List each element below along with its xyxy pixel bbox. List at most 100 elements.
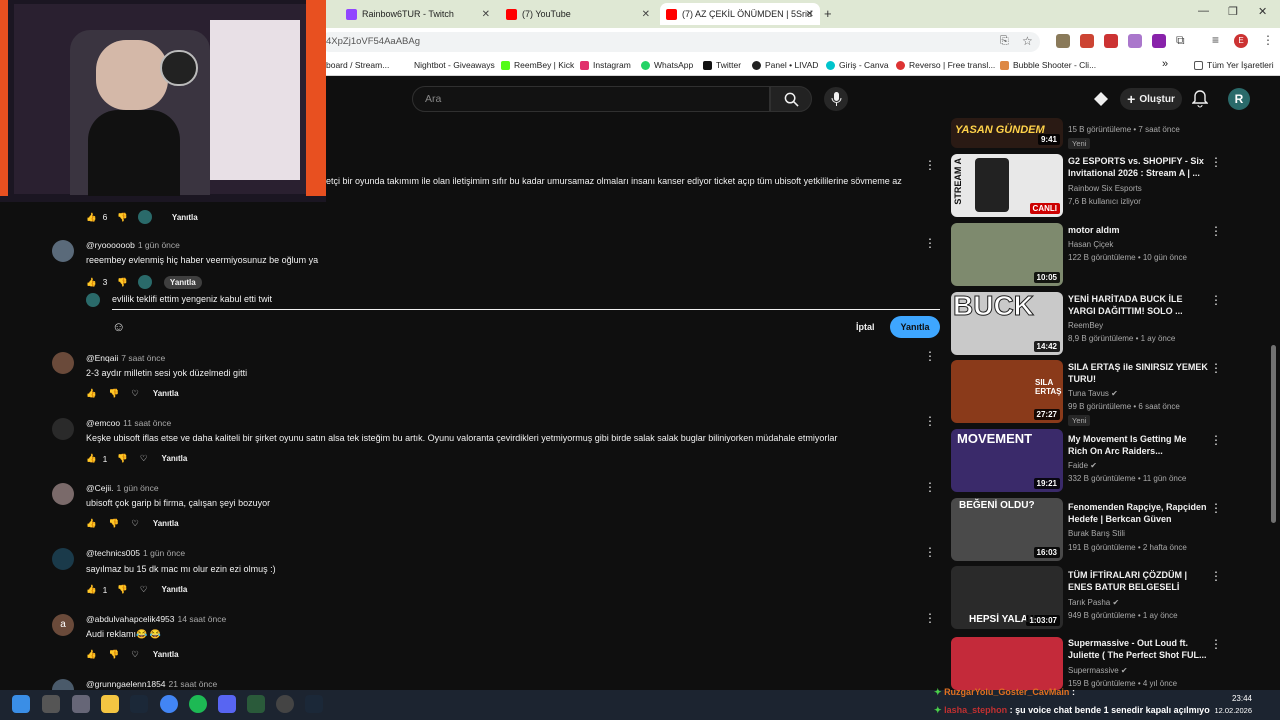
username[interactable]: @emcoo (86, 418, 120, 428)
avatar[interactable]: a (52, 614, 74, 636)
reply-button[interactable]: Yanıtla (153, 389, 179, 398)
video-title[interactable]: Supermassive - Out Loud ft. Juliette ( T… (1068, 637, 1208, 661)
search-input[interactable]: Ara (412, 86, 770, 112)
close-icon[interactable]: ✕ (482, 9, 490, 20)
bookmark-item[interactable]: WhatsApp (641, 60, 693, 70)
clock-date[interactable]: 12.02.2026 (1206, 706, 1252, 715)
bookmark-item[interactable]: Instagram (580, 60, 631, 70)
tab-youtube[interactable]: (7) YouTube ✕ (500, 3, 656, 25)
video-thumbnail[interactable]: YASAN GÜNDEM 9:41 (951, 118, 1063, 148)
spotify-icon[interactable] (189, 695, 207, 713)
voice-search-button[interactable] (824, 87, 848, 111)
video-title[interactable]: G2 ESPORTS vs. SHOPIFY - Six Invitationa… (1068, 155, 1208, 179)
heart-icon[interactable]: ♡ (131, 649, 139, 660)
windows-start-icon[interactable] (12, 695, 30, 713)
bookmark-item[interactable]: Bubble Shooter - Cli... (1000, 60, 1096, 70)
dislike-icon[interactable]: 👎 (109, 518, 120, 529)
bookmark-item[interactable]: Panel • LIVAD (752, 60, 818, 70)
avatar[interactable] (52, 240, 74, 262)
video-thumbnail[interactable]: MOVEMENT 19:21 (951, 429, 1063, 492)
like-icon[interactable]: 👍 (86, 518, 97, 529)
profile-avatar[interactable]: E (1234, 34, 1248, 48)
menu-icon[interactable]: ⋮ (1262, 33, 1274, 47)
extension-icon[interactable] (1104, 34, 1118, 48)
media-icon[interactable]: ≡ (1212, 33, 1219, 47)
omnibox[interactable] (320, 32, 1040, 52)
bookmark-star-icon[interactable]: ☆ (1022, 34, 1033, 48)
more-icon[interactable]: ⋮ (1210, 361, 1222, 375)
like-icon[interactable]: 👍 (86, 277, 97, 288)
more-icon[interactable]: ⋮ (1210, 293, 1222, 307)
emoji-icon[interactable]: ☺ (112, 319, 125, 334)
heart-icon[interactable]: ♡ (131, 518, 139, 529)
username[interactable]: @grunngaelenn1854 (86, 679, 166, 689)
username[interactable]: @technics005 (86, 548, 140, 558)
bookmark-item[interactable]: board / Stream... (326, 60, 389, 70)
settings-icon[interactable] (72, 695, 90, 713)
steam-icon[interactable] (305, 695, 323, 713)
avatar[interactable] (52, 418, 74, 440)
create-button[interactable]: + Oluştur (1120, 88, 1182, 110)
tab-video[interactable]: (7) AZ ÇEKİL ÖNÜMDEN | 5Srid ✕ (660, 3, 820, 25)
more-icon[interactable]: ⋮ (924, 611, 936, 625)
more-icon[interactable]: ⋮ (924, 158, 936, 172)
heart-icon[interactable]: ♡ (140, 453, 148, 464)
username[interactable]: @Enqaii (86, 353, 118, 363)
reply-button[interactable]: Yanıtla (163, 275, 202, 289)
extension-icon[interactable] (1080, 34, 1094, 48)
video-title[interactable]: TÜM İFTİRALARI ÇÖZDÜM | ENES BATUR BELGE… (1068, 569, 1208, 593)
video-title[interactable]: My Movement Is Getting Me Rich On Arc Ra… (1068, 433, 1208, 457)
like-icon[interactable]: 👍 (86, 453, 97, 464)
bookmark-item[interactable]: ReemBey | Kick (501, 60, 574, 70)
dislike-icon[interactable]: 👎 (109, 388, 120, 399)
channel-name[interactable]: Rainbow Six Esports (1068, 184, 1142, 193)
video-thumbnail[interactable]: HEPSİ YALAN 1:03:07 (951, 566, 1063, 629)
channel-name[interactable]: Supermassive ✔ (1068, 666, 1128, 675)
video-thumbnail[interactable]: SILA ERTAŞ 27:27 (951, 360, 1063, 423)
video-title[interactable]: motor aldım (1068, 224, 1208, 236)
app-icon[interactable] (276, 695, 294, 713)
video-title[interactable]: Fenomenden Rapçiye, Rapçiden Hedefe | Be… (1068, 501, 1208, 525)
close-icon[interactable]: ✕ (642, 9, 650, 20)
extension-icon[interactable] (1152, 34, 1166, 48)
bookmark-item[interactable]: Giriş - Canva (826, 60, 889, 70)
avatar[interactable] (52, 483, 74, 505)
username[interactable]: @ryoooooob (86, 240, 135, 250)
like-icon[interactable]: 👍 (86, 388, 97, 399)
channel-name[interactable]: Hasan Çiçek (1068, 240, 1113, 249)
cancel-button[interactable]: İptal (856, 322, 875, 332)
more-icon[interactable]: ⋮ (924, 236, 936, 250)
extension-icon[interactable] (1056, 34, 1070, 48)
bookmark-item[interactable]: Twitter (703, 60, 741, 70)
scrollbar-thumb[interactable] (1271, 345, 1276, 523)
discord-icon[interactable] (218, 695, 236, 713)
more-icon[interactable]: ⋮ (1210, 224, 1222, 238)
window-close-button[interactable]: ✕ (1258, 5, 1267, 18)
reply-button[interactable]: Yanıtla (172, 213, 198, 222)
video-thumbnail[interactable]: STREAM A CANLI (951, 154, 1063, 217)
more-icon[interactable]: ⋮ (1210, 569, 1222, 583)
clock-time[interactable]: 23:44 (1228, 694, 1252, 703)
heart-icon[interactable]: ♡ (140, 584, 148, 595)
extension-icon[interactable] (1128, 34, 1142, 48)
steam-icon[interactable] (130, 695, 148, 713)
username[interactable]: @abdulvahapcelik4953 (86, 614, 175, 624)
video-thumbnail[interactable]: 10:05 (951, 223, 1063, 286)
channel-name[interactable]: Faide ✔ (1068, 461, 1097, 470)
channel-name[interactable]: Tarık Pasha ✔ (1068, 598, 1119, 607)
dislike-icon[interactable]: 👎 (117, 277, 128, 288)
extensions-puzzle-icon[interactable]: ⧉ (1176, 33, 1185, 48)
video-thumbnail[interactable] (951, 637, 1063, 690)
reply-input[interactable]: evlilik teklifi ettim yengeniz kabul ett… (112, 294, 272, 304)
search-button[interactable] (770, 86, 812, 112)
username[interactable]: @Cejii. (86, 483, 114, 493)
chrome-icon[interactable] (160, 695, 178, 713)
reply-button[interactable]: Yanıtla (153, 650, 179, 659)
more-icon[interactable]: ⋮ (924, 349, 936, 363)
avatar[interactable] (52, 548, 74, 570)
dislike-icon[interactable]: 👎 (109, 649, 120, 660)
minimize-button[interactable]: — (1198, 5, 1209, 17)
like-icon[interactable]: 👍 (86, 212, 97, 223)
close-icon[interactable]: ✕ (806, 9, 814, 20)
new-tab-button[interactable]: + (824, 6, 832, 21)
